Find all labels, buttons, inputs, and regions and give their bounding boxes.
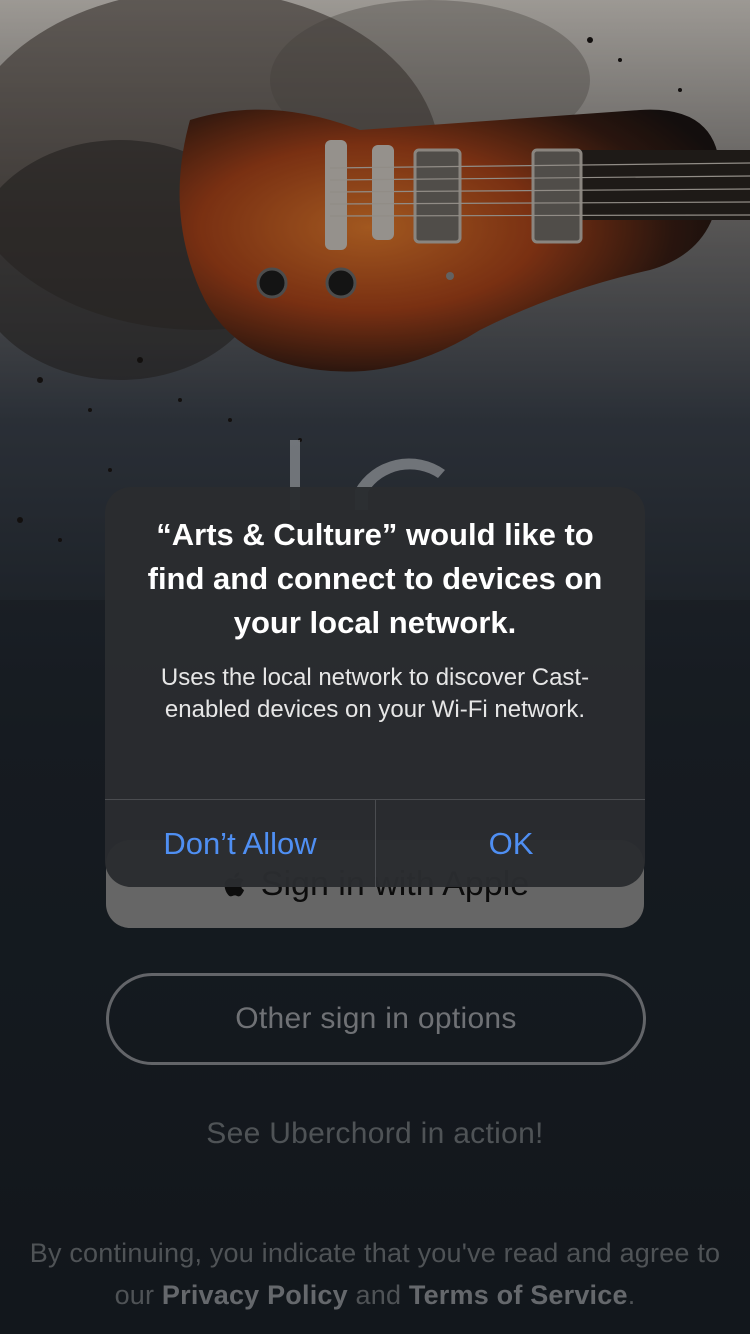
dont-allow-button[interactable]: Don’t Allow bbox=[105, 800, 375, 887]
alert-message: Uses the local network to discover Cast-… bbox=[160, 664, 590, 723]
local-network-permission-alert: “Arts & Culture” would like to find and … bbox=[105, 487, 645, 887]
dont-allow-label: Don’t Allow bbox=[163, 825, 317, 861]
ok-label: OK bbox=[488, 825, 534, 861]
app-screen: Sign in with Apple Other sign in options… bbox=[0, 0, 750, 1334]
ok-button[interactable]: OK bbox=[376, 800, 645, 887]
alert-title: “Arts & Culture” would like to find and … bbox=[147, 517, 603, 640]
